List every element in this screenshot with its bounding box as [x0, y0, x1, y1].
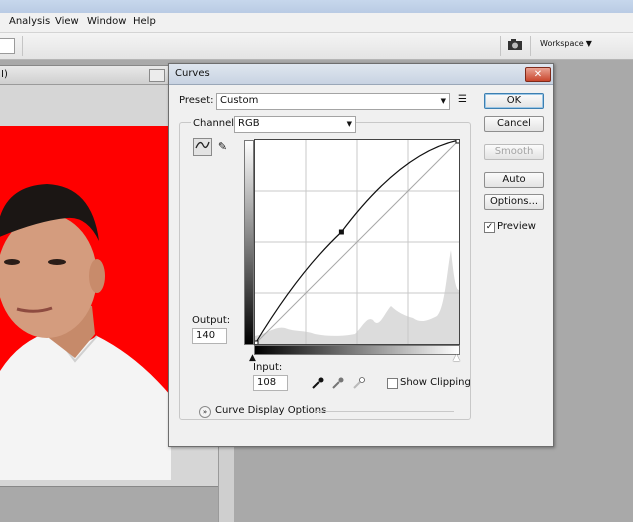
curve-graph[interactable]: [252, 137, 462, 347]
preset-options-icon[interactable]: ☰: [458, 94, 467, 105]
channel-value: RGB: [238, 118, 260, 129]
preset-select[interactable]: Custom ▼: [216, 93, 450, 110]
options-separator: [530, 36, 531, 56]
divider: [314, 411, 454, 412]
menu-analysis[interactable]: Analysis: [9, 16, 50, 27]
options-bar: Workspace ▼: [0, 33, 633, 60]
auto-button[interactable]: Auto: [484, 172, 544, 188]
minimize-button[interactable]: [149, 69, 165, 82]
gray-eyedropper-icon[interactable]: [332, 377, 344, 392]
bridge-icon[interactable]: [506, 37, 526, 55]
curve-graph-svg: [252, 137, 462, 347]
dialog-title: Curves: [175, 68, 210, 79]
preview-checkbox[interactable]: ✓: [484, 222, 495, 233]
close-button[interactable]: ✕: [525, 67, 551, 82]
input-field[interactable]: 108: [253, 375, 288, 391]
menu-view[interactable]: View: [55, 16, 79, 27]
options-button[interactable]: Options...: [484, 194, 544, 210]
window-title-strip: [0, 0, 633, 13]
channel-select[interactable]: RGB ▼: [234, 116, 356, 133]
pencil-icon[interactable]: ✎: [213, 138, 232, 156]
portrait-photo: [0, 126, 171, 480]
chevron-down-icon: ▼: [346, 120, 352, 128]
white-eyedropper-icon[interactable]: [353, 377, 365, 392]
curve-display-options-label: Curve Display Options: [215, 405, 327, 416]
document-canvas[interactable]: [0, 126, 171, 480]
menu-window[interactable]: Window: [87, 16, 126, 27]
output-label: Output:: [192, 315, 231, 326]
options-separator: [22, 36, 23, 56]
input-label: Input:: [253, 362, 283, 373]
smooth-button: Smooth: [484, 144, 544, 160]
output-field[interactable]: 140: [192, 328, 227, 344]
input-gradient-bar: [254, 345, 460, 355]
document-tab-fragment: I): [1, 69, 8, 80]
menu-help[interactable]: Help: [133, 16, 156, 27]
expand-chevron-icon[interactable]: »: [199, 406, 211, 418]
dialog-title-bar[interactable]: Curves ✕: [169, 64, 553, 85]
output-gradient-bar: [244, 140, 254, 345]
black-eyedropper-icon[interactable]: [312, 377, 324, 392]
white-point-slider[interactable]: ▲: [453, 354, 460, 363]
tool-preset-dropdown[interactable]: [0, 38, 15, 54]
preview-label: Preview: [497, 221, 536, 232]
preset-label: Preset:: [179, 95, 214, 106]
chevron-down-icon: ▼: [440, 97, 446, 105]
show-clipping-label: Show Clipping: [400, 377, 471, 388]
curve-control-point: [338, 229, 344, 235]
curves-dialog: Curves ✕ Preset: Custom ▼ ☰ Channel: RGB…: [168, 63, 554, 447]
curve-endpoint-black: [252, 340, 259, 347]
cancel-button[interactable]: Cancel: [484, 116, 544, 132]
workspace-menu[interactable]: Workspace ▼: [540, 39, 592, 48]
chevron-down-icon: ▼: [585, 39, 592, 48]
ok-button[interactable]: OK: [484, 93, 544, 109]
preset-value: Custom: [220, 95, 259, 106]
curve-endpoint-white: [455, 137, 462, 144]
show-clipping-checkbox[interactable]: [387, 378, 398, 389]
curve-point-tool-icon[interactable]: [193, 138, 212, 156]
options-separator: [500, 36, 501, 56]
workspace-label: Workspace: [540, 39, 584, 48]
menu-bar: Analysis View Window Help: [0, 13, 633, 33]
channel-label: Channel:: [191, 118, 240, 129]
